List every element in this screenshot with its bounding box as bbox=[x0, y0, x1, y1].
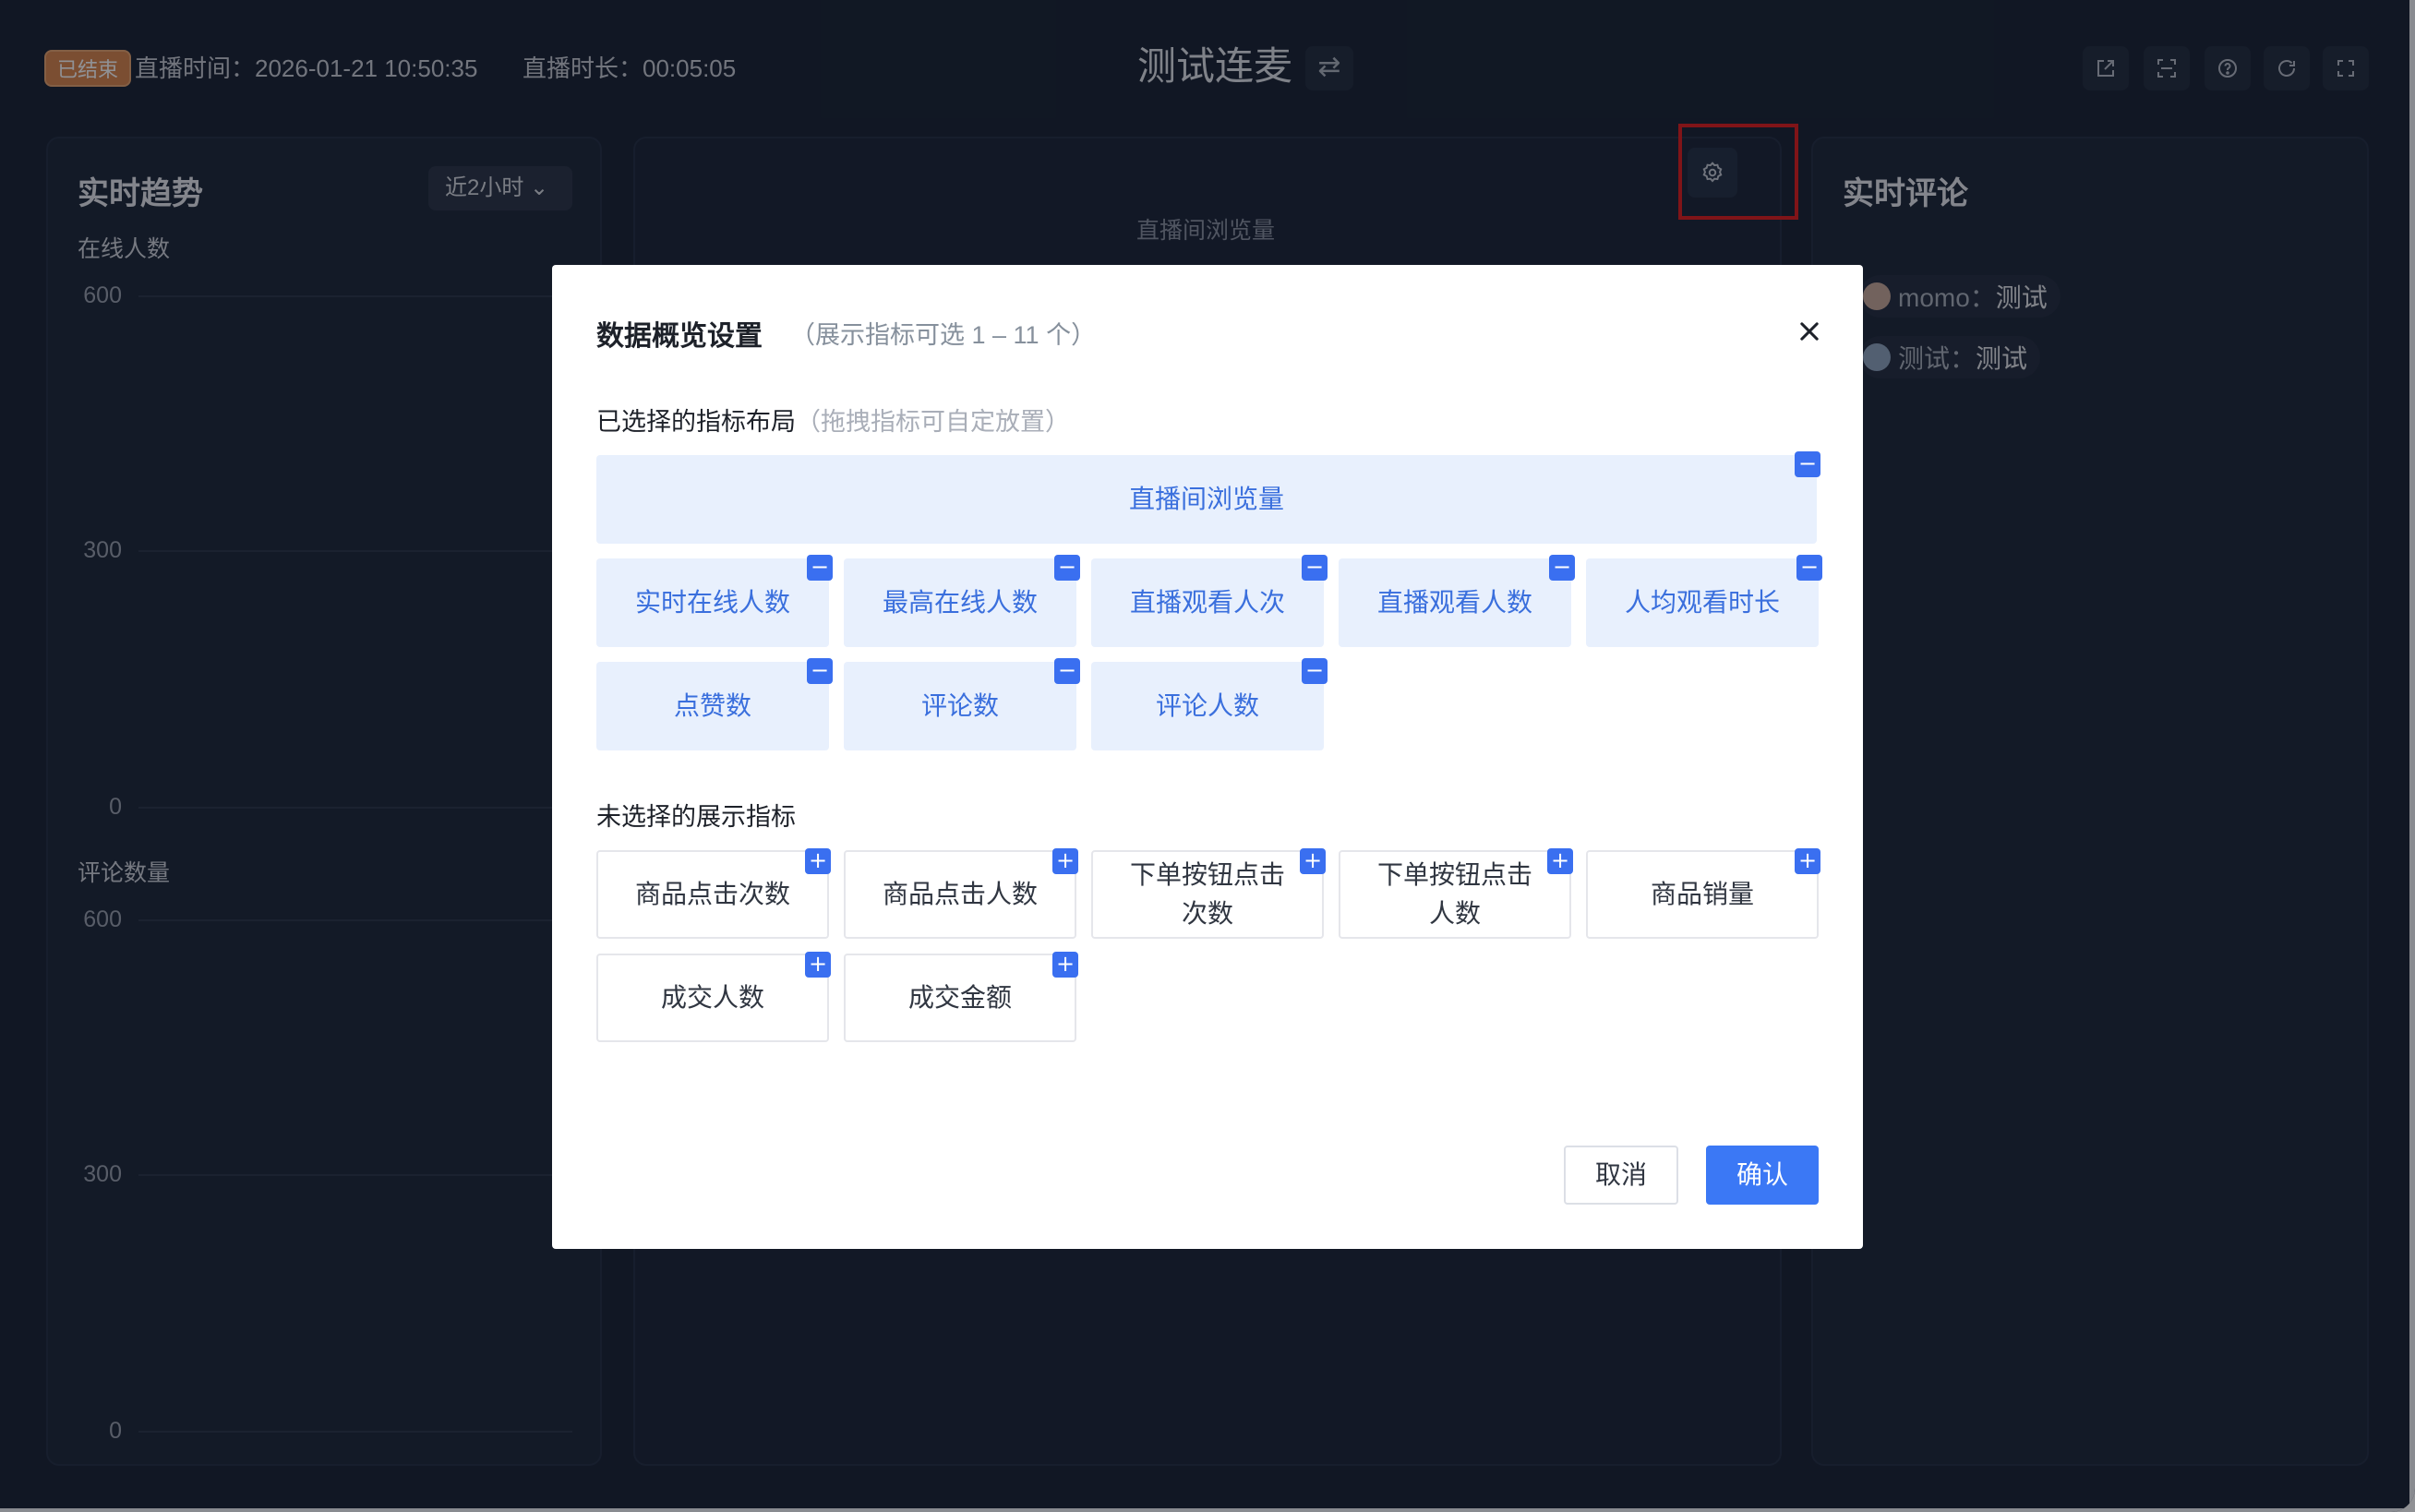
unselected-metric-tile[interactable]: 成交人数 + bbox=[596, 952, 831, 1042]
selected-metric-tile[interactable]: 直播观看人数 − bbox=[1339, 555, 1575, 647]
unselected-metric-tile[interactable]: 商品点击人数 + bbox=[844, 848, 1078, 939]
remove-icon[interactable]: − bbox=[1054, 555, 1080, 581]
tile-label: 评论数 bbox=[920, 691, 999, 720]
selected-metric-tile[interactable]: 直播观看人次 − bbox=[1091, 555, 1328, 647]
selected-metric-tile[interactable]: 直播间浏览量 − bbox=[596, 451, 1820, 544]
tile-label: 商品点击次数 bbox=[634, 880, 790, 908]
add-icon[interactable]: + bbox=[1547, 848, 1573, 874]
remove-icon[interactable]: − bbox=[1302, 658, 1328, 684]
overview-settings-dialog: 数据概览设置 （展示指标可选 1 – 11 个） 已选择的指标布局（拖拽指标可自… bbox=[552, 265, 1863, 1249]
tile-label: 评论人数 bbox=[1155, 691, 1259, 720]
remove-icon[interactable]: − bbox=[1054, 658, 1080, 684]
remove-icon[interactable]: − bbox=[807, 658, 833, 684]
tile-label: 直播观看人次 bbox=[1129, 588, 1285, 617]
add-icon[interactable]: + bbox=[805, 952, 831, 978]
tile-label: 直播间浏览量 bbox=[1128, 485, 1284, 513]
remove-icon[interactable]: − bbox=[1302, 555, 1328, 581]
remove-icon[interactable]: − bbox=[1796, 555, 1822, 581]
tile-label: 下单按钮点击 人数 bbox=[1376, 860, 1532, 928]
add-icon[interactable]: + bbox=[1052, 848, 1078, 874]
unselected-metric-tile[interactable]: 商品点击次数 + bbox=[596, 848, 831, 939]
selected-metric-tile[interactable]: 实时在线人数 − bbox=[596, 555, 833, 647]
tile-label: 成交人数 bbox=[660, 983, 764, 1012]
remove-icon[interactable]: − bbox=[807, 555, 833, 581]
selected-metric-tile[interactable]: 人均观看时长 − bbox=[1586, 555, 1822, 647]
dialog-title: 数据概览设置 bbox=[596, 321, 763, 352]
tile-label: 成交金额 bbox=[907, 983, 1012, 1012]
add-icon[interactable]: + bbox=[1300, 848, 1326, 874]
tile-label: 下单按钮点击 次数 bbox=[1129, 860, 1285, 928]
unselected-metric-tile[interactable]: 成交金额 + bbox=[844, 952, 1078, 1042]
tile-label: 商品点击人数 bbox=[882, 880, 1038, 908]
add-icon[interactable]: + bbox=[1052, 952, 1078, 978]
selected-metric-tile[interactable]: 评论数 − bbox=[844, 658, 1080, 750]
add-icon[interactable]: + bbox=[1795, 848, 1820, 874]
selected-hint-text: （拖拽指标可自定放置） bbox=[796, 408, 1070, 436]
unselected-metric-tile[interactable]: 下单按钮点击 次数 + bbox=[1091, 848, 1326, 939]
unselected-section-label: 未选择的展示指标 bbox=[596, 803, 796, 831]
cancel-button[interactable]: 取消 bbox=[1564, 1146, 1678, 1205]
tile-label: 最高在线人数 bbox=[882, 588, 1038, 617]
selected-section-label: 已选择的指标布局（拖拽指标可自定放置） bbox=[596, 402, 1070, 438]
add-icon[interactable]: + bbox=[805, 848, 831, 874]
remove-icon[interactable]: − bbox=[1549, 555, 1575, 581]
tile-label: 人均观看时长 bbox=[1624, 588, 1780, 617]
dialog-subtitle: （展示指标可选 1 – 11 个） bbox=[790, 321, 1097, 349]
selected-metric-tile[interactable]: 点赞数 − bbox=[596, 658, 833, 750]
remove-icon[interactable]: − bbox=[1795, 451, 1820, 477]
tile-label: 直播观看人数 bbox=[1376, 588, 1532, 617]
selected-metric-tile[interactable]: 评论人数 − bbox=[1091, 658, 1328, 750]
unselected-metric-tile[interactable]: 下单按钮点击 人数 + bbox=[1339, 848, 1573, 939]
unselected-metric-tile[interactable]: 商品销量 + bbox=[1586, 848, 1820, 939]
selected-metric-tile[interactable]: 最高在线人数 − bbox=[844, 555, 1080, 647]
selected-label-text: 已选择的指标布局 bbox=[596, 408, 796, 436]
tile-label: 点赞数 bbox=[673, 691, 751, 720]
tile-label: 商品销量 bbox=[1650, 880, 1754, 908]
tile-label: 实时在线人数 bbox=[634, 588, 790, 617]
confirm-button[interactable]: 确认 bbox=[1706, 1146, 1819, 1205]
close-icon[interactable] bbox=[1796, 318, 1822, 344]
